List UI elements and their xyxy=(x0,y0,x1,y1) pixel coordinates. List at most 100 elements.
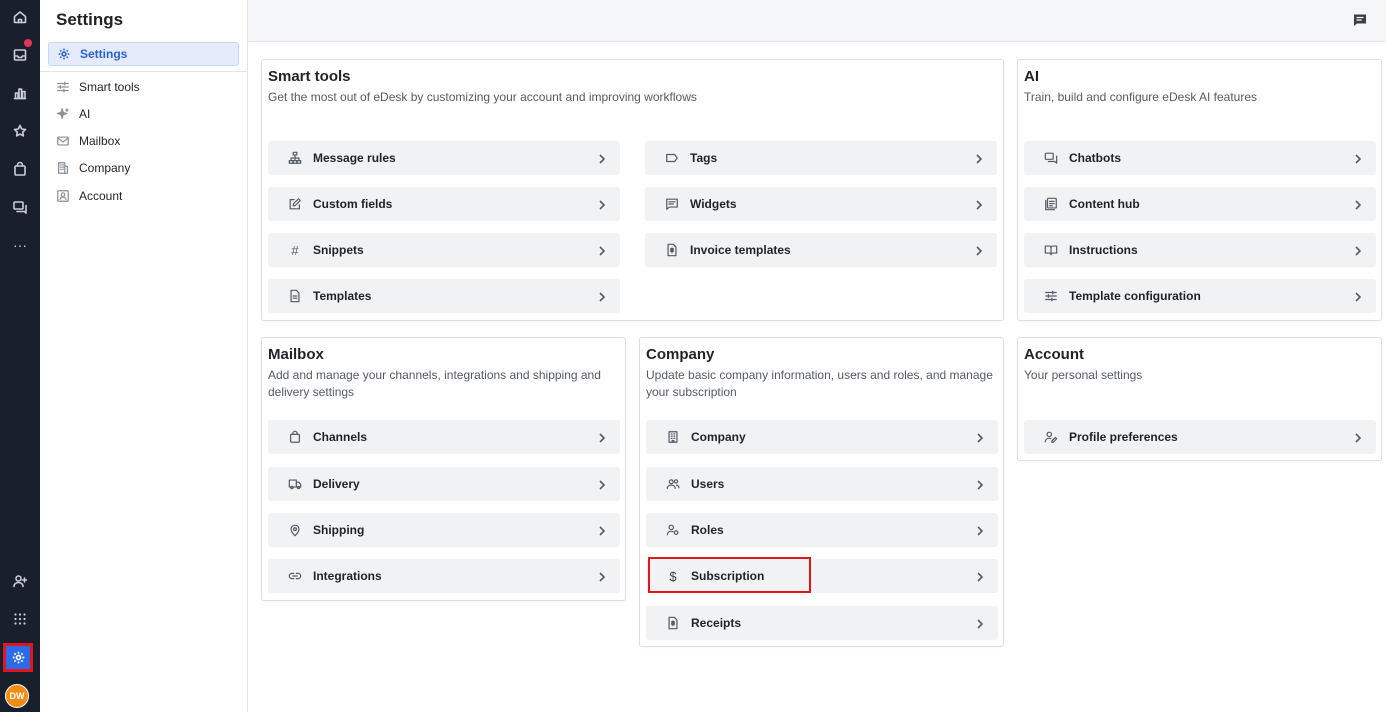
gear-icon xyxy=(58,48,70,60)
chevron-right-icon xyxy=(1352,244,1364,256)
ai-card: AI Train, build and configure eDesk AI f… xyxy=(1017,59,1382,321)
row-label: Templates xyxy=(313,289,372,303)
row-label: Profile preferences xyxy=(1069,430,1178,444)
chevron-right-icon xyxy=(596,290,608,302)
card-description-line: your subscription xyxy=(646,385,737,399)
divider xyxy=(40,71,248,72)
book-open-icon xyxy=(1043,242,1059,258)
sidebar-item-company[interactable]: Company xyxy=(48,157,239,179)
library-icon xyxy=(1043,196,1059,212)
sidebar-item-ai[interactable]: AI xyxy=(48,103,239,125)
message-rules-link[interactable]: Message rules xyxy=(268,141,620,175)
instructions-link[interactable]: Instructions xyxy=(1024,233,1376,267)
row-label: Delivery xyxy=(313,477,360,491)
chevron-right-icon xyxy=(596,431,608,443)
delivery-link[interactable]: Delivery xyxy=(268,467,620,501)
icon-rail: ··· DW xyxy=(0,0,40,712)
notification-badge xyxy=(24,39,32,47)
card-title: Smart tools xyxy=(268,68,351,85)
sidebar-item-settings[interactable]: Settings xyxy=(48,42,239,66)
sidebar-item-account[interactable]: Account xyxy=(48,185,239,207)
sidebar-title: Settings xyxy=(56,10,124,29)
row-label: Company xyxy=(691,430,746,444)
shipping-link[interactable]: Shipping xyxy=(268,513,620,547)
row-label: Message rules xyxy=(313,151,396,165)
channels-link[interactable]: Channels xyxy=(268,420,620,454)
sidebar-item-smart-tools[interactable]: Smart tools xyxy=(48,76,239,98)
company-card: Company Update basic company information… xyxy=(639,337,1004,647)
chatbots-link[interactable]: Chatbots xyxy=(1024,141,1376,175)
more-icon[interactable]: ··· xyxy=(6,231,34,259)
settings-sidebar: Settings Settings Smart tools AI Mailbox… xyxy=(40,0,248,712)
widgets-link[interactable]: Widgets xyxy=(645,187,997,221)
top-bar xyxy=(248,0,1386,42)
invoice-templates-link[interactable]: Invoice templates xyxy=(645,233,997,267)
settings-main: Smart tools Get the most out of eDesk by… xyxy=(248,42,1386,712)
card-description: Train, build and configure eDesk AI feat… xyxy=(1024,90,1258,104)
template-configuration-link[interactable]: Template configuration xyxy=(1024,279,1376,313)
receipts-link[interactable]: Receipts xyxy=(646,606,998,640)
star-icon[interactable] xyxy=(6,117,34,145)
card-description: Update basic company information, users … xyxy=(646,367,993,401)
chevron-right-icon xyxy=(1352,431,1364,443)
settings-icon[interactable] xyxy=(3,643,33,672)
row-label: Invoice templates xyxy=(690,243,791,257)
users-icon xyxy=(665,476,681,492)
add-user-icon[interactable] xyxy=(6,567,34,595)
shopping-bag-icon xyxy=(287,429,303,445)
row-label: Tags xyxy=(690,151,718,165)
chevron-right-icon xyxy=(973,244,985,256)
chevron-right-icon xyxy=(974,524,986,536)
row-label: Shipping xyxy=(313,523,365,537)
chevron-right-icon xyxy=(596,478,608,490)
avatar[interactable]: DW xyxy=(5,684,29,708)
mailbox-card: Mailbox Add and manage your channels, in… xyxy=(261,337,626,601)
card-description-line: delivery settings xyxy=(268,385,355,399)
row-label: Channels xyxy=(313,430,368,444)
integrations-link[interactable]: Integrations xyxy=(268,559,620,593)
apps-grid-icon[interactable] xyxy=(6,605,34,633)
chat-icon[interactable] xyxy=(6,193,34,221)
sidebar-item-label: Account xyxy=(79,189,123,203)
sidebar-item-mailbox[interactable]: Mailbox xyxy=(48,130,239,152)
row-label: Chatbots xyxy=(1069,151,1121,165)
chevron-right-icon xyxy=(974,617,986,629)
chevron-right-icon xyxy=(596,198,608,210)
smart-tools-card: Smart tools Get the most out of eDesk by… xyxy=(261,59,1004,321)
tags-link[interactable]: Tags xyxy=(645,141,997,175)
row-label: Users xyxy=(691,477,725,491)
card-title: Account xyxy=(1024,346,1084,363)
card-title: Company xyxy=(646,346,715,363)
profile-preferences-link[interactable]: Profile preferences xyxy=(1024,420,1376,454)
snippets-link[interactable]: # Snippets xyxy=(268,233,620,267)
roles-link[interactable]: Roles xyxy=(646,513,998,547)
users-link[interactable]: Users xyxy=(646,467,998,501)
chevron-right-icon xyxy=(596,152,608,164)
chevron-right-icon xyxy=(973,152,985,164)
edit-icon xyxy=(287,196,303,212)
row-label: Content hub xyxy=(1069,197,1140,211)
sliders-icon xyxy=(57,81,69,93)
messages-icon[interactable] xyxy=(1352,12,1368,28)
reports-icon[interactable] xyxy=(6,79,34,107)
row-label: Receipts xyxy=(691,616,742,630)
content-hub-link[interactable]: Content hub xyxy=(1024,187,1376,221)
templates-link[interactable]: Templates xyxy=(268,279,620,313)
card-title: AI xyxy=(1024,68,1039,85)
tag-icon xyxy=(664,150,680,166)
row-label: Instructions xyxy=(1069,243,1138,257)
chevron-right-icon xyxy=(973,198,985,210)
chat-bubbles-icon xyxy=(1043,150,1059,166)
card-description: Add and manage your channels, integratio… xyxy=(268,367,601,401)
company-link[interactable]: Company xyxy=(646,420,998,454)
home-icon[interactable] xyxy=(6,3,34,31)
sidebar-item-label: Settings xyxy=(80,47,128,61)
sliders-icon xyxy=(1043,288,1059,304)
card-description-line: Add and manage your channels, integratio… xyxy=(268,368,601,382)
custom-fields-link[interactable]: Custom fields xyxy=(268,187,620,221)
orders-icon[interactable] xyxy=(6,155,34,183)
row-label: Roles xyxy=(691,523,724,537)
row-label: Template configuration xyxy=(1069,289,1201,303)
subscription-link[interactable]: $ Subscription xyxy=(646,559,998,593)
sidebar-item-label: Mailbox xyxy=(79,134,121,148)
